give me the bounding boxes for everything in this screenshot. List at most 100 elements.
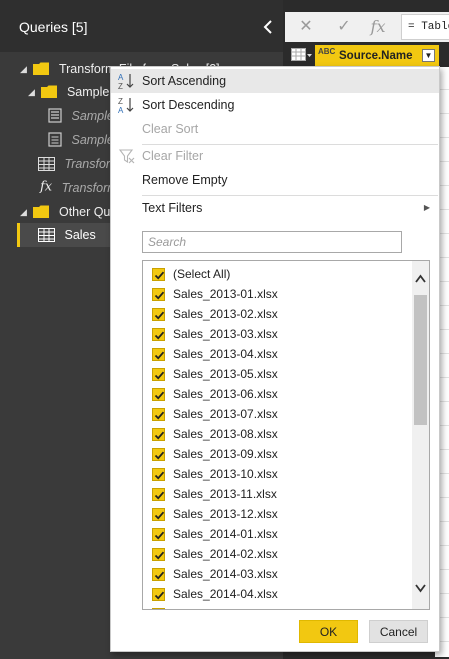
checkmark-icon bbox=[154, 291, 165, 300]
filter-value-label: (Select All) bbox=[173, 267, 231, 281]
formula-bar: ✕ ✓ fx = Table.SelectRows( bbox=[285, 12, 449, 42]
sort-descending-icon: Z A bbox=[118, 97, 134, 114]
list-scrollbar[interactable] bbox=[412, 261, 429, 609]
filter-value-label: Sales_2014-02.xlsx bbox=[173, 547, 278, 561]
column-filter-dropdown-icon[interactable]: ▼ bbox=[422, 49, 435, 62]
checkmark-icon bbox=[154, 351, 165, 360]
checkbox[interactable] bbox=[152, 548, 165, 561]
sort-ascending-label: Sort Ascending bbox=[142, 74, 227, 88]
filter-value-label: Sales_2013-03.xlsx bbox=[173, 327, 278, 341]
filter-value-label: Sales_2014-01.xlsx bbox=[173, 527, 278, 541]
checkbox[interactable] bbox=[152, 588, 165, 601]
checkbox[interactable] bbox=[152, 508, 165, 521]
column-filter-menu: A Z Sort Ascending Z A Sort Descending C… bbox=[110, 66, 440, 652]
filter-value-label: Sales_2013-05.xlsx bbox=[173, 367, 278, 381]
clear-filter-icon bbox=[118, 149, 135, 164]
svg-text:A: A bbox=[118, 73, 124, 82]
checkmark-icon bbox=[154, 371, 165, 380]
sort-ascending-item[interactable]: A Z Sort Ascending bbox=[111, 69, 439, 93]
search-input[interactable]: Search bbox=[142, 231, 402, 253]
column-header-label: Source.Name bbox=[339, 50, 413, 62]
checkbox[interactable] bbox=[152, 468, 165, 481]
sort-descending-item[interactable]: Z A Sort Descending bbox=[111, 93, 439, 117]
checkmark-icon bbox=[154, 491, 165, 500]
checkbox[interactable] bbox=[152, 428, 165, 441]
filter-value-label: Sales_2013-02.xlsx bbox=[173, 307, 278, 321]
checkbox[interactable] bbox=[152, 408, 165, 421]
table-icon bbox=[38, 156, 55, 171]
scroll-up-icon[interactable] bbox=[415, 274, 426, 284]
text-filters-item[interactable]: Text Filters ▶ bbox=[111, 196, 439, 220]
svg-text:A: A bbox=[118, 106, 124, 114]
filter-value-list: (Select All) Sales_2013-01.xlsx Sales_2013… bbox=[142, 260, 430, 610]
filter-value-label: Sales_2013-12.xlsx bbox=[173, 507, 278, 521]
filter-value-label: Sales_2013-04.xlsx bbox=[173, 347, 278, 361]
sort-descending-label: Sort Descending bbox=[142, 98, 235, 112]
checkmark-icon bbox=[154, 311, 165, 320]
folder-icon bbox=[33, 62, 50, 76]
checkbox[interactable] bbox=[152, 388, 165, 401]
filter-value-label: Sales_2013-01.xlsx bbox=[173, 287, 278, 301]
folder-icon bbox=[33, 205, 50, 219]
checkmark-icon bbox=[154, 591, 165, 600]
text-type-icon[interactable]: ABC bbox=[318, 48, 335, 56]
table-selector-icon[interactable] bbox=[291, 48, 313, 64]
expand-arrow-icon[interactable]: ◢ bbox=[20, 58, 30, 80]
filter-value-label: Sales_2013-06.xlsx bbox=[173, 387, 278, 401]
ok-button[interactable]: OK bbox=[299, 620, 358, 643]
checkbox[interactable] bbox=[152, 348, 165, 361]
filter-value-label: Sales_2014-03.xlsx bbox=[173, 567, 278, 581]
scrollbar-thumb[interactable] bbox=[414, 295, 427, 425]
checkbox[interactable] bbox=[152, 608, 166, 610]
sort-ascending-icon: A Z bbox=[118, 73, 134, 90]
svg-text:Z: Z bbox=[118, 82, 123, 90]
expand-arrow-icon[interactable]: ◢ bbox=[28, 81, 38, 103]
checkmark-icon bbox=[154, 331, 165, 340]
filter-value-label: Sales_2013-11.xlsx bbox=[173, 487, 277, 501]
filter-value-label: Sales_2014-05.xlsx bbox=[173, 604, 278, 609]
filter-value-label: Sales_2013-07.xlsx bbox=[173, 407, 278, 421]
scroll-down-icon[interactable] bbox=[415, 583, 426, 593]
collapse-chevron-icon[interactable] bbox=[262, 20, 274, 34]
formula-input[interactable]: = Table.SelectRows( bbox=[401, 14, 449, 40]
checkbox[interactable] bbox=[152, 268, 165, 281]
expand-arrow-icon[interactable]: ◢ bbox=[20, 201, 30, 223]
commit-formula-icon[interactable]: ✓ bbox=[333, 17, 355, 37]
checkmark-icon bbox=[154, 551, 165, 560]
checkmark-icon bbox=[154, 431, 165, 440]
checkbox[interactable] bbox=[152, 528, 165, 541]
fx-icon[interactable]: fx bbox=[367, 17, 389, 37]
cancel-button[interactable]: Cancel bbox=[369, 620, 428, 643]
checkbox[interactable] bbox=[152, 448, 165, 461]
checkmark-icon bbox=[154, 511, 165, 520]
checkmark-icon bbox=[154, 411, 165, 420]
remove-empty-item[interactable]: Remove Empty bbox=[111, 168, 439, 192]
tree-item-label: Sales bbox=[64, 227, 96, 242]
queries-title: Queries [5] bbox=[19, 19, 88, 35]
table-icon bbox=[38, 227, 55, 242]
cancel-formula-icon[interactable]: ✕ bbox=[295, 17, 317, 37]
checkmark-icon bbox=[154, 471, 165, 480]
queries-header: Queries [5] bbox=[0, 0, 283, 52]
checkbox[interactable] bbox=[152, 308, 165, 321]
checkbox[interactable] bbox=[152, 368, 165, 381]
function-icon: fx bbox=[40, 179, 53, 195]
clear-sort-item[interactable]: Clear Sort bbox=[111, 117, 439, 141]
column-header-source-name[interactable]: ABC Source.Name ▼ bbox=[315, 45, 439, 67]
submenu-arrow-icon: ▶ bbox=[423, 203, 430, 212]
remove-empty-label: Remove Empty bbox=[142, 173, 228, 187]
checkbox[interactable] bbox=[152, 568, 165, 581]
filter-value-label: Sales_2013-10.xlsx bbox=[173, 467, 278, 481]
clear-filter-item[interactable]: Clear Filter bbox=[111, 144, 439, 168]
folder-icon bbox=[41, 85, 58, 99]
checkmark-icon bbox=[153, 609, 166, 610]
checkbox[interactable] bbox=[152, 488, 165, 501]
document-icon bbox=[48, 132, 62, 147]
checkbox[interactable] bbox=[152, 288, 165, 301]
filter-value-label: Sales_2013-09.xlsx bbox=[173, 447, 278, 461]
filter-value-label: Sales_2014-04.xlsx bbox=[173, 587, 278, 601]
clear-filter-label: Clear Filter bbox=[142, 149, 204, 163]
svg-text:Z: Z bbox=[118, 97, 123, 106]
checkbox[interactable] bbox=[152, 328, 165, 341]
text-filters-label: Text Filters bbox=[142, 201, 203, 215]
